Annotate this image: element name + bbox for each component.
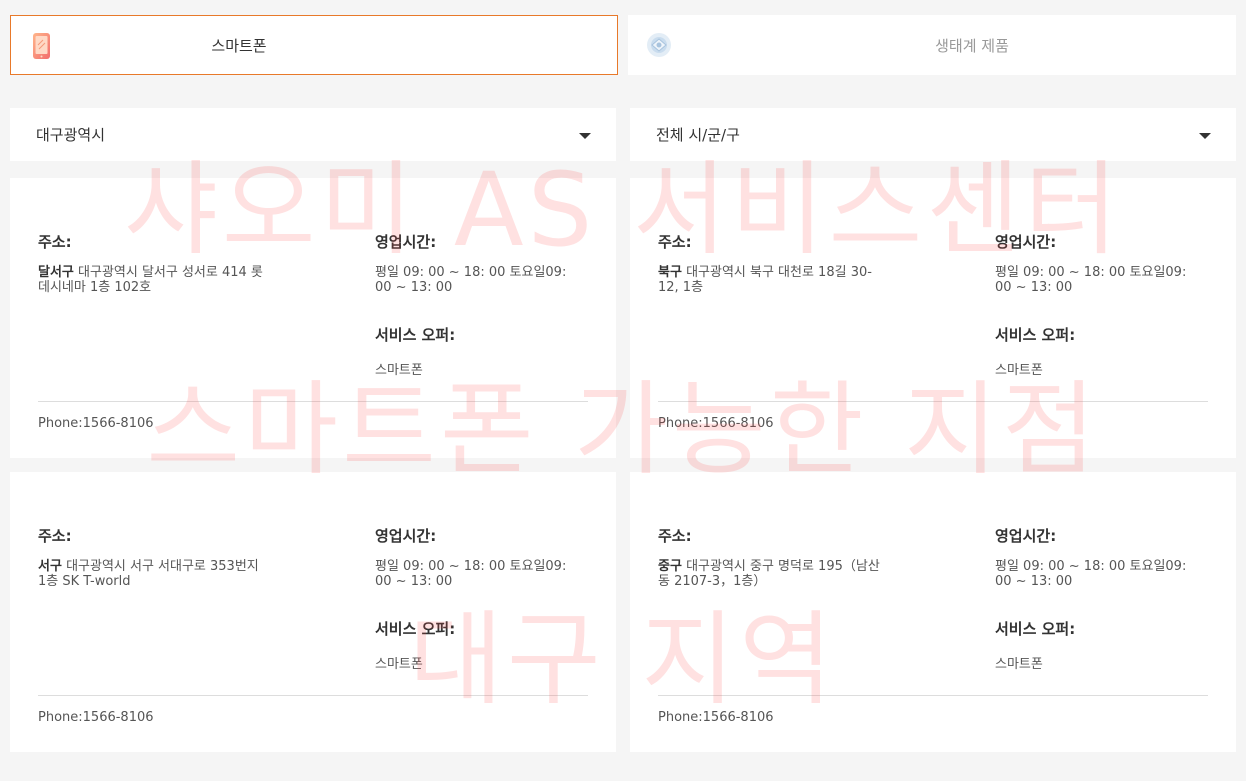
store-phone: Phone:1566-8106 [658,416,774,431]
offer-label: 서비스 오퍼: [375,326,456,344]
divider [658,695,1208,696]
store-card: 주소: 영업시간: 중구 대구광역시 중구 명덕로 195（남산동 2107-3… [630,472,1236,752]
store-district: 중구 [658,559,682,574]
store-district: 서구 [38,559,62,574]
store-address: 달서구 대구광역시 달서구 성서로 414 롯데시네마 1층 102호 [38,265,268,295]
address-label: 주소: [658,233,692,251]
offer-label: 서비스 오퍼: [375,620,456,638]
store-address-text: 대구광역시 서구 서대구로 353번지 1층 SK T-world [38,559,259,589]
product-tabs: 스마트폰 생태계 제품 [10,15,1236,75]
store-hours: 평일 09: 00 ~ 18: 00 토요일09: 00 ~ 13: 00 [995,559,1187,589]
store-offer: 스마트폰 [995,363,1043,378]
hours-label: 영업시간: [995,233,1057,251]
store-district: 달서구 [38,265,74,280]
district-select[interactable]: 전체 시/군/구 [630,108,1236,161]
offer-label: 서비스 오퍼: [995,620,1076,638]
store-address: 중구 대구광역시 중구 명덕로 195（남산동 2107-3，1층） [658,559,888,589]
hours-label: 영업시간: [995,527,1057,545]
tab-smartphone-label: 스마트폰 [211,36,267,55]
address-label: 주소: [38,233,72,251]
store-hours: 평일 09: 00 ~ 18: 00 토요일09: 00 ~ 13: 00 [995,265,1187,295]
store-phone: Phone:1566-8106 [38,710,154,725]
city-select[interactable]: 대구광역시 [10,108,616,161]
store-offer: 스마트폰 [375,363,423,378]
tab-ecosystem[interactable]: 생태계 제품 [628,15,1236,75]
chevron-down-icon [579,133,591,139]
district-select-value: 전체 시/군/구 [656,126,740,144]
hours-label: 영업시간: [375,233,437,251]
store-district: 북구 [658,265,682,280]
tab-smartphone[interactable]: 스마트폰 [10,15,618,75]
store-address-text: 대구광역시 중구 명덕로 195（남산동 2107-3，1층） [658,559,880,589]
store-card: 주소: 영업시간: 서구 대구광역시 서구 서대구로 353번지 1층 SK T… [10,472,616,752]
store-hours: 평일 09: 00 ~ 18: 00 토요일09: 00 ~ 13: 00 [375,559,567,589]
store-phone: Phone:1566-8106 [658,710,774,725]
city-select-value: 대구광역시 [36,126,106,144]
store-offer: 스마트폰 [995,657,1043,672]
divider [658,401,1208,402]
store-address: 서구 대구광역시 서구 서대구로 353번지 1층 SK T-world [38,559,268,589]
store-card: 주소: 영업시간: 북구 대구광역시 북구 대천로 18길 30-12, 1층 … [630,178,1236,458]
store-card: 주소: 영업시간: 달서구 대구광역시 달서구 성서로 414 롯데시네마 1층… [10,178,616,458]
store-address: 북구 대구광역시 북구 대천로 18길 30-12, 1층 [658,265,888,295]
address-label: 주소: [38,527,72,545]
store-offer: 스마트폰 [375,657,423,672]
divider [38,695,588,696]
hours-label: 영업시간: [375,527,437,545]
store-hours: 평일 09: 00 ~ 18: 00 토요일09: 00 ~ 13: 00 [375,265,567,295]
store-address-text: 대구광역시 북구 대천로 18길 30-12, 1층 [658,265,872,295]
chevron-down-icon [1199,133,1211,139]
tab-ecosystem-label: 생태계 제품 [935,36,1009,55]
address-label: 주소: [658,527,692,545]
offer-label: 서비스 오퍼: [995,326,1076,344]
store-phone: Phone:1566-8106 [38,416,154,431]
divider [38,401,588,402]
